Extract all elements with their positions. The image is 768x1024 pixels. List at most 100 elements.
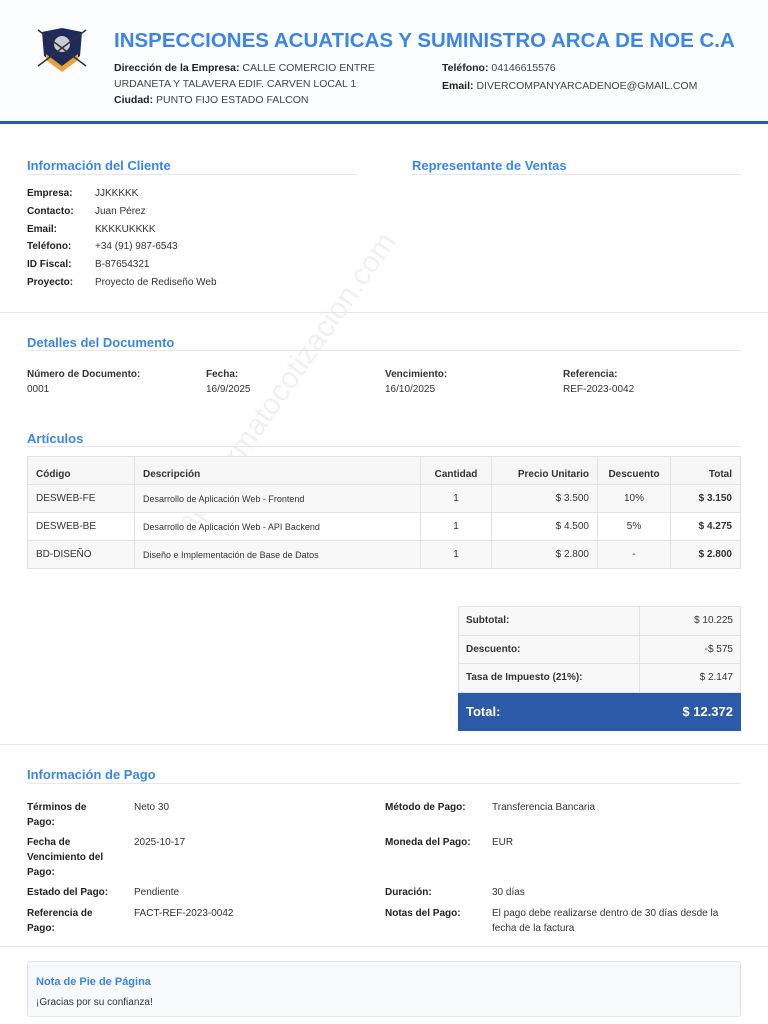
subtotal-label: Subtotal: — [458, 606, 640, 636]
payment-ref-label: Referencia de Pago: — [27, 908, 93, 934]
doc-due-label: Vencimiento: — [385, 369, 448, 380]
phone-value: 04146615576 — [491, 62, 556, 74]
doc-ref-label: Referencia: — [563, 369, 618, 380]
section-divider — [0, 946, 768, 947]
payment-notes-label: Notas del Pago: — [385, 908, 461, 919]
footer-note-text: ¡Gracias por su confianza! — [36, 997, 153, 1008]
payment-due-value: 2025-10-17 — [134, 837, 186, 848]
col-header: Total — [670, 456, 741, 485]
cell-qty: 1 — [420, 512, 492, 541]
company-name: INSPECCIONES ACUATICAS Y SUMINISTRO ARCA… — [114, 29, 735, 52]
doc-due-value: 16/10/2025 — [385, 384, 436, 395]
cell-description: Diseño e Implementación de Base de Datos — [134, 540, 421, 569]
table-row: DESWEB-BE Desarrollo de Aplicación Web - … — [27, 512, 741, 541]
field-label: Teléfono: — [27, 241, 72, 253]
field-label: Empresa: — [27, 188, 73, 199]
field-value: Juan Pérez — [95, 205, 146, 217]
cell-code: BD-DISEÑO — [27, 540, 135, 569]
cell-discount: 5% — [597, 512, 671, 541]
document-section-title: Detalles del Documento — [27, 335, 175, 350]
field-label: Proyecto: — [27, 276, 74, 288]
tax-label: Tasa de Impuesto (21%): — [458, 663, 640, 693]
field-label: Contacto: — [27, 205, 74, 217]
client-field: ID Fiscal: B-87654321 — [27, 256, 217, 274]
email-value: DIVERCOMPANYARCADENOE@GMAIL.COM — [476, 80, 698, 92]
client-field: Empresa: JJKKKKK — [27, 185, 217, 203]
client-field: Teléfono: +34 (91) 987-6543 — [27, 238, 217, 256]
cell-code: DESWEB-BE — [27, 512, 135, 541]
table-row: BD-DISEÑO Diseño e Implementación de Base… — [27, 540, 741, 569]
cell-total: $ 4.275 — [670, 512, 741, 541]
discount-value: -$ 575 — [639, 634, 741, 664]
doc-number-value: 0001 — [27, 384, 50, 395]
section-divider — [0, 312, 768, 313]
cell-discount: - — [597, 540, 671, 569]
payment-due-label: Fecha de Vencimiento del Pago: — [27, 837, 104, 878]
cell-discount: 10% — [597, 484, 671, 513]
col-header: Descripción — [134, 456, 421, 485]
items-section-title: Artículos — [27, 431, 84, 446]
footer-note-title: Nota de Pie de Página — [36, 976, 151, 988]
payment-terms-label: Términos de Pago: — [27, 802, 87, 828]
address-label: Dirección de la Empresa: — [114, 62, 240, 74]
items-table: Código Descripción Cantidad Precio Unita… — [27, 456, 741, 569]
totals-table: Subtotal: $ 10.225 Descuento: -$ 575 Tasa … — [458, 606, 741, 731]
divider — [412, 174, 741, 175]
payment-info: Términos de Pago: Neto 30 Fecha de Venci… — [27, 800, 741, 940]
doc-date-value: 16/9/2025 — [206, 384, 251, 395]
total-label: Total: — [458, 691, 640, 731]
section-divider — [0, 744, 768, 745]
footer-note: Nota de Pie de Página ¡Gracias por su co… — [27, 961, 741, 1017]
city-label: Ciudad: — [114, 94, 154, 106]
total-row: Total: $ 12.372 — [458, 691, 741, 731]
payment-section-title: Información de Pago — [27, 767, 156, 782]
payment-method-label: Método de Pago: — [385, 802, 466, 813]
payment-terms-value: Neto 30 — [134, 802, 170, 813]
document-header: INSPECCIONES ACUATICAS Y SUMINISTRO ARCA… — [0, 0, 768, 124]
subtotal-value: $ 10.225 — [639, 606, 741, 636]
payment-status-value: Pendiente — [134, 887, 180, 898]
field-label: Email: — [27, 223, 58, 235]
field-value: JJKKKKK — [95, 188, 139, 199]
cell-qty: 1 — [420, 484, 492, 513]
cell-code: DESWEB-FE — [27, 484, 135, 513]
subtotal-row: Subtotal: $ 10.225 — [458, 606, 741, 636]
discount-label: Descuento: — [458, 634, 640, 664]
city-value: PUNTO FIJO ESTADO FALCON — [156, 94, 309, 106]
doc-ref-value: REF-2023-0042 — [563, 384, 635, 395]
client-field: Contacto: Juan Pérez — [27, 203, 217, 221]
cell-price: $ 3.500 — [491, 484, 598, 513]
company-address: Dirección de la Empresa: CALLE COMERCIO … — [114, 60, 384, 92]
company-city: Ciudad: PUNTO FIJO ESTADO FALCON — [114, 92, 308, 108]
table-row: DESWEB-FE Desarrollo de Aplicación Web - … — [27, 484, 741, 513]
divider — [27, 350, 741, 351]
cell-qty: 1 — [420, 540, 492, 569]
field-value: B-87654321 — [95, 259, 150, 271]
sales-section-title: Representante de Ventas — [412, 158, 567, 173]
cell-price: $ 4.500 — [491, 512, 598, 541]
payment-currency-label: Moneda del Pago: — [385, 837, 471, 848]
col-header: Descuento — [597, 456, 671, 485]
payment-currency-value: EUR — [492, 837, 514, 848]
field-value: +34 (91) 987-6543 — [95, 241, 178, 253]
payment-duration-label: Duración: — [385, 887, 432, 898]
total-value: $ 12.372 — [639, 691, 741, 731]
divider — [27, 174, 357, 175]
phone-label: Teléfono: — [442, 62, 489, 74]
col-header: Código — [27, 456, 135, 485]
field-value: KKKKUKKKK — [95, 223, 156, 235]
doc-number-label: Número de Documento: — [27, 369, 141, 380]
client-field: Email: KKKKUKKKK — [27, 221, 217, 239]
company-email: Email: DIVERCOMPANYARCADENOE@GMAIL.COM — [442, 78, 697, 94]
col-header: Precio Unitario — [491, 456, 598, 485]
cell-price: $ 2.800 — [491, 540, 598, 569]
payment-method-value: Transferencia Bancaria — [492, 802, 596, 813]
cell-total: $ 2.800 — [670, 540, 741, 569]
cell-description: Desarrollo de Aplicación Web - API Backe… — [134, 512, 421, 541]
payment-ref-value: FACT-REF-2023-0042 — [134, 908, 234, 919]
client-section-title: Información del Cliente — [27, 158, 171, 173]
company-logo — [37, 28, 87, 72]
payment-status-label: Estado del Pago: — [27, 887, 109, 898]
field-value: Proyecto de Rediseño Web — [95, 276, 217, 288]
tax-row: Tasa de Impuesto (21%): $ 2.147 — [458, 663, 741, 693]
